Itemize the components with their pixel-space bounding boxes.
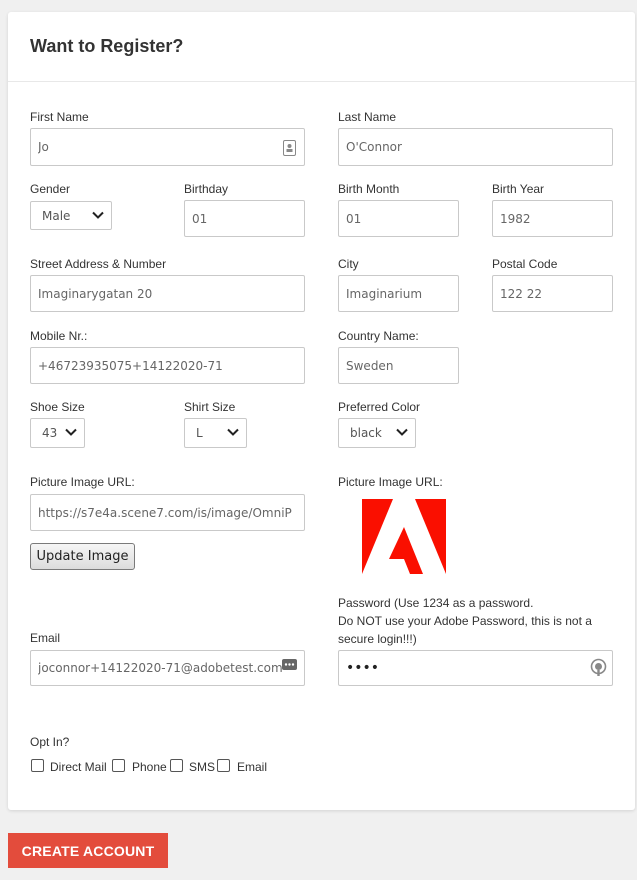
mobile-label: Mobile Nr.: — [30, 329, 88, 343]
registration-card: Want to Register? First Name Last Name G… — [8, 12, 635, 810]
update-image-button[interactable]: Update Image — [30, 543, 135, 570]
picture-url-input[interactable] — [30, 494, 305, 531]
password-label-line1: Password (Use 1234 as a password. — [338, 596, 534, 610]
street-input[interactable] — [30, 275, 305, 312]
create-account-button[interactable]: CREATE ACCOUNT — [8, 833, 168, 868]
chevron-down-icon — [396, 428, 408, 436]
birth-month-label: Birth Month — [338, 182, 400, 196]
direct-mail-checkbox[interactable] — [31, 759, 44, 772]
birth-year-label: Birth Year — [492, 182, 545, 196]
shoe-size-select[interactable]: 43 — [30, 418, 85, 448]
email-checkbox[interactable] — [217, 759, 230, 772]
postal-code-input[interactable] — [492, 275, 613, 312]
birthday-input[interactable] — [184, 200, 305, 237]
first-name-label: First Name — [30, 110, 89, 124]
password-label-line2: Do NOT use your Adobe Password, this is … — [338, 614, 592, 628]
phone-label: Phone — [132, 760, 167, 774]
city-label: City — [338, 257, 359, 271]
shoe-size-label: Shoe Size — [30, 400, 85, 414]
email-label: Email — [30, 631, 61, 645]
shirt-size-value: L — [196, 426, 203, 440]
password-input[interactable] — [338, 650, 613, 686]
country-label: Country Name: — [338, 329, 419, 343]
preferred-color-value: black — [350, 426, 382, 440]
shirt-size-label: Shirt Size — [184, 400, 236, 414]
password-label-line3: secure login!!!) — [338, 632, 417, 646]
chevron-down-icon — [65, 428, 77, 436]
preferred-color-select[interactable]: black — [338, 418, 416, 448]
birthday-label: Birthday — [184, 182, 229, 196]
country-input[interactable] — [338, 347, 459, 384]
page-title: Want to Register? — [30, 36, 184, 56]
contact-card-icon[interactable] — [283, 140, 296, 161]
shoe-size-value: 43 — [42, 426, 58, 440]
picture-url-label: Picture Image URL: — [30, 475, 135, 489]
birth-month-input[interactable] — [338, 200, 459, 237]
email-optin-label: Email — [237, 760, 268, 774]
last-name-label: Last Name — [338, 110, 397, 124]
last-name-input[interactable] — [338, 128, 613, 166]
chevron-down-icon — [92, 211, 104, 219]
street-label: Street Address & Number — [30, 257, 167, 271]
chevron-down-icon — [227, 428, 239, 436]
shirt-size-select[interactable]: L — [184, 418, 247, 448]
card-header: Want to Register? — [8, 12, 635, 82]
birth-year-input[interactable] — [492, 200, 613, 237]
phone-checkbox[interactable] — [112, 759, 125, 772]
gender-label: Gender — [30, 182, 71, 196]
adobe-logo — [362, 499, 446, 574]
password-label: Password (Use 1234 as a password. Do NOT… — [338, 594, 608, 648]
password-dots-icon[interactable] — [282, 657, 297, 675]
first-name-input[interactable] — [30, 128, 305, 166]
gender-value: Male — [42, 208, 71, 223]
opt-in-label: Opt In? — [30, 735, 70, 749]
sms-label: SMS — [189, 760, 216, 774]
gender-select[interactable]: Male — [30, 201, 112, 230]
picture-preview-label: Picture Image URL: — [338, 475, 443, 489]
mobile-input[interactable] — [30, 347, 305, 384]
city-input[interactable] — [338, 275, 459, 312]
postal-code-label: Postal Code — [492, 257, 558, 271]
email-input[interactable] — [30, 650, 305, 686]
preferred-color-label: Preferred Color — [338, 400, 421, 414]
direct-mail-label: Direct Mail — [50, 760, 107, 774]
sms-checkbox[interactable] — [170, 759, 183, 772]
password-manager-icon[interactable] — [590, 658, 607, 681]
